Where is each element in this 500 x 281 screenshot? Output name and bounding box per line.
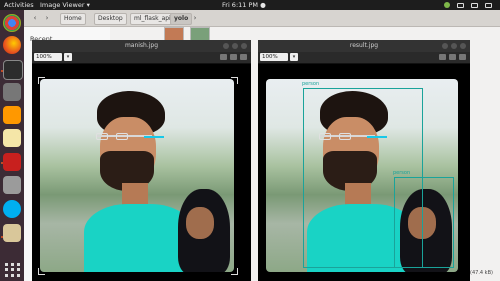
back-button[interactable]: ‹ <box>30 13 40 23</box>
volume-icon[interactable] <box>471 2 478 8</box>
viewer-canvas: person person <box>258 64 470 281</box>
skype-icon[interactable] <box>3 200 21 218</box>
breadcrumb-home[interactable]: Home <box>60 13 86 25</box>
image-viewer-result: result.jpg 100% ▾ person person <box>258 40 470 281</box>
fit-button[interactable] <box>220 54 227 60</box>
viewer-toolbar: 100% ▾ <box>258 52 470 64</box>
breadcrumb-desktop[interactable]: Desktop <box>94 13 127 25</box>
next-crumb-button[interactable]: › <box>190 13 200 23</box>
zoom-field[interactable]: 100% <box>260 53 288 61</box>
firefox-icon[interactable] <box>3 36 21 54</box>
maximize-button[interactable] <box>232 43 238 49</box>
app-grid-icon[interactable] <box>3 261 21 279</box>
background-face <box>186 207 214 239</box>
zoom-dropdown[interactable]: ▾ <box>64 53 72 61</box>
viewer-actions <box>220 54 247 60</box>
detection-label: person <box>302 81 320 87</box>
file-size-status: (47.4 kB) <box>470 268 500 278</box>
window-controls <box>442 43 466 49</box>
image-viewer-manish: manish.jpg 100% ▾ <box>32 40 251 281</box>
rotate-button[interactable] <box>230 54 237 60</box>
crop-handle[interactable] <box>38 77 45 84</box>
update-icon[interactable] <box>444 2 450 8</box>
installer-icon[interactable] <box>3 224 21 242</box>
portrait-image <box>40 79 234 272</box>
system-tray[interactable] <box>444 0 492 10</box>
glasses-arm <box>144 136 164 138</box>
menu-button[interactable] <box>240 54 247 60</box>
close-button[interactable] <box>241 43 247 49</box>
clock[interactable]: Fri 6:11 PM ● <box>222 1 266 9</box>
text-editor-icon[interactable] <box>3 129 21 147</box>
chrome-icon[interactable] <box>3 14 21 32</box>
file-manager-toolbar: ‹ › Home Desktop ml_flask_api yolo › <box>24 10 500 27</box>
app-menu[interactable]: Image Viewer ▾ <box>40 1 90 9</box>
forward-button[interactable]: › <box>42 13 52 23</box>
detection-box-person <box>394 177 454 268</box>
dock <box>0 10 24 281</box>
crop-handle[interactable] <box>231 77 238 84</box>
breadcrumb-ml-flask-api[interactable]: ml_flask_api <box>130 13 175 25</box>
window-controls <box>223 43 247 49</box>
maximize-button[interactable] <box>451 43 457 49</box>
menu-button[interactable] <box>459 54 466 60</box>
fit-button[interactable] <box>439 54 446 60</box>
viewer-title: manish.jpg <box>32 40 251 52</box>
filezilla-icon[interactable] <box>3 153 21 171</box>
running-indicator <box>1 162 3 164</box>
power-icon[interactable] <box>485 2 492 8</box>
result-image: person person <box>266 79 458 272</box>
minimize-button[interactable] <box>223 43 229 49</box>
detection-label: person <box>393 170 411 176</box>
activities-button[interactable]: Activities <box>4 1 34 9</box>
zoom-field[interactable]: 100% <box>34 53 62 61</box>
viewer-toolbar: 100% ▾ <box>32 52 251 64</box>
sublime-icon[interactable] <box>3 106 21 124</box>
zoom-dropdown[interactable]: ▾ <box>290 53 298 61</box>
minimize-button[interactable] <box>442 43 448 49</box>
rotate-button[interactable] <box>449 54 456 60</box>
viewer-actions <box>439 54 466 60</box>
viewer-title: result.jpg <box>258 40 470 52</box>
crop-handle[interactable] <box>38 268 45 275</box>
network-icon[interactable] <box>457 2 464 8</box>
camera-icon[interactable] <box>3 83 21 101</box>
breadcrumb-yolo[interactable]: yolo <box>170 13 193 25</box>
top-panel: Activities Image Viewer ▾ Fri 6:11 PM ● <box>0 0 500 10</box>
crop-handle[interactable] <box>231 268 238 275</box>
terminal-icon[interactable] <box>3 60 23 80</box>
viewer-canvas <box>32 64 251 281</box>
files-icon[interactable] <box>3 176 21 194</box>
close-button[interactable] <box>460 43 466 49</box>
